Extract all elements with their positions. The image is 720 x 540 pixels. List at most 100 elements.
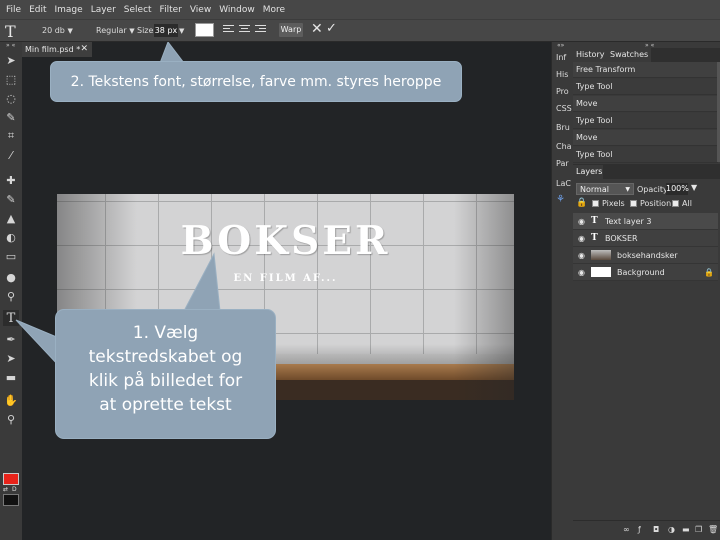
lock-position-label: Position <box>640 199 672 208</box>
callout-bottom-line-1: 1. Vælg <box>132 323 199 343</box>
healing-brush-tool-icon[interactable]: ✚ <box>3 172 19 188</box>
callout-top-text: 2. Tekstens font, størrelse, farve mm. s… <box>70 74 442 90</box>
menu-file[interactable]: File <box>6 5 21 15</box>
properties-panel-button[interactable]: Pro <box>556 87 569 96</box>
align-center-icon[interactable] <box>239 25 250 35</box>
image-title-text[interactable]: BOKSER <box>57 218 514 264</box>
brush-tool-icon[interactable]: ✎ <box>3 191 19 207</box>
menu-edit[interactable]: Edit <box>29 5 46 15</box>
eraser-tool-icon[interactable]: ◐ <box>3 229 19 245</box>
crop-tool-icon[interactable]: ⌗ <box>3 128 19 144</box>
effects-icon[interactable]: ƒ <box>638 525 641 534</box>
paragraph-panel-button[interactable]: Par <box>556 159 569 168</box>
collapse-icon[interactable]: » « <box>6 42 15 49</box>
visibility-eye-icon[interactable]: ◉ <box>578 213 585 230</box>
zoom-tool-icon[interactable]: ⚲ <box>3 411 19 427</box>
type-tool-icon[interactable]: T <box>5 22 16 41</box>
swap-default-colors-icon[interactable]: ⇄D <box>3 486 21 493</box>
callout-bottom-line-3: klik på billedet for <box>88 371 243 391</box>
dodge-tool-icon[interactable]: ⚲ <box>3 288 19 304</box>
move-tool-icon[interactable]: ➤ <box>3 52 19 68</box>
lasso-tool-icon[interactable]: ◌ <box>3 90 19 106</box>
font-size-input[interactable]: 38 px <box>154 24 178 37</box>
layer-row[interactable]: ◉ T BOKSER <box>573 230 718 247</box>
chevron-down-icon: ▼ <box>129 27 135 35</box>
background-color-swatch[interactable] <box>3 494 19 506</box>
hand-tool-icon[interactable]: ✋ <box>3 392 19 408</box>
lock-position-checkbox[interactable] <box>630 200 637 207</box>
menu-image[interactable]: Image <box>55 5 83 15</box>
css-panel-button[interactable]: CSS <box>556 104 572 113</box>
text-layer-icon: T <box>591 233 598 243</box>
history-item[interactable]: Move <box>573 96 718 112</box>
align-right-icon[interactable] <box>255 25 266 35</box>
foreground-color-swatch[interactable] <box>3 473 19 485</box>
opacity-input[interactable]: 100% <box>666 183 689 195</box>
marquee-tool-icon[interactable]: ⬚ <box>3 71 19 87</box>
document-tab-title: Min film.psd * <box>25 45 81 54</box>
history-item[interactable]: Type Tool <box>573 79 718 95</box>
history-panel-button[interactable]: His <box>556 70 568 79</box>
adjustment-icon[interactable]: ◑ <box>668 525 675 534</box>
eyedropper-tool-icon[interactable]: ⁄ <box>3 147 19 163</box>
menu-select[interactable]: Select <box>124 5 152 15</box>
right-panels: » « History Swatches Free Transform Type… <box>573 42 720 540</box>
close-tab-icon[interactable]: ✕ <box>80 42 88 57</box>
opacity-dropdown-icon[interactable]: ▼ <box>691 183 697 192</box>
mask-icon[interactable]: ◘ <box>653 525 659 534</box>
menu-layer[interactable]: Layer <box>91 5 116 15</box>
info-panel-button[interactable]: Inf <box>556 53 566 62</box>
menu-view[interactable]: View <box>190 5 211 15</box>
menu-more[interactable]: More <box>263 5 285 15</box>
commit-check-icon[interactable]: ✓ <box>326 21 337 36</box>
history-item[interactable]: Move <box>573 130 718 146</box>
chevron-down-icon: ▼ <box>67 27 73 35</box>
font-preset-dropdown[interactable]: 20 db ▼ <box>42 26 73 35</box>
visibility-eye-icon[interactable]: ◉ <box>578 247 585 264</box>
character-panel-button[interactable]: Cha <box>556 142 572 151</box>
lock-pixels-checkbox[interactable] <box>592 200 599 207</box>
layer-row[interactable]: ◉ Background 🔒 <box>573 264 718 281</box>
clone-stamp-tool-icon[interactable]: ▲ <box>3 210 19 226</box>
tab-swatches[interactable]: Swatches <box>607 48 652 62</box>
visibility-eye-icon[interactable]: ◉ <box>578 230 585 247</box>
document-tab[interactable]: Min film.psd * ✕ <box>22 42 92 57</box>
align-left-icon[interactable] <box>223 25 234 35</box>
text-layer-icon: T <box>591 216 598 226</box>
lock-all-checkbox[interactable] <box>672 200 679 207</box>
brush-panel-button[interactable]: Bru <box>556 123 570 132</box>
layer-row[interactable]: ◉ T Text layer 3 <box>573 213 718 230</box>
tool-presets-icon[interactable]: ⚘ <box>556 194 565 205</box>
blur-tool-icon[interactable]: ● <box>3 269 19 285</box>
font-style-value: Regular <box>96 26 127 35</box>
layer-row[interactable]: ◉ boksehandsker <box>573 247 718 264</box>
warp-button[interactable]: Warp <box>279 23 303 37</box>
text-color-swatch[interactable] <box>195 23 214 37</box>
link-icon[interactable]: ∞ <box>623 525 630 534</box>
size-dropdown-caret-icon[interactable]: ▼ <box>179 26 184 35</box>
image-subtitle-text[interactable]: EN FILM AF... <box>57 273 514 284</box>
lock-all-label: All <box>682 199 692 208</box>
tab-history[interactable]: History <box>573 48 608 62</box>
cancel-icon[interactable]: ✕ <box>311 21 323 37</box>
blend-mode-select[interactable]: Normal ▼ <box>576 183 634 195</box>
history-tabs: History Swatches <box>573 48 720 62</box>
new-layer-icon[interactable]: ❐ <box>695 525 702 534</box>
tab-layers[interactable]: Layers <box>573 165 603 179</box>
trash-icon[interactable]: 🗑 <box>708 525 718 534</box>
folder-icon[interactable]: ▬ <box>682 525 690 534</box>
visibility-eye-icon[interactable]: ◉ <box>578 264 585 281</box>
history-item[interactable]: Free Transform <box>573 62 718 78</box>
history-item[interactable]: Type Tool <box>573 147 718 163</box>
font-style-dropdown[interactable]: Regular ▼ <box>96 26 135 35</box>
gradient-tool-icon[interactable]: ▭ <box>3 248 19 264</box>
history-item[interactable]: Type Tool <box>573 113 718 129</box>
menu-window[interactable]: Window <box>219 5 255 15</box>
layer-comps-panel-button[interactable]: LaC <box>556 179 571 188</box>
menu-filter[interactable]: Filter <box>160 5 182 15</box>
shape-tool-icon[interactable]: ▬ <box>3 369 19 385</box>
magic-wand-tool-icon[interactable]: ✎ <box>3 109 19 125</box>
collapse-icon[interactable]: «» <box>557 42 564 49</box>
menu-bar: File Edit Image Layer Select Filter View… <box>0 0 720 19</box>
layer-name: Text layer 3 <box>605 217 652 226</box>
